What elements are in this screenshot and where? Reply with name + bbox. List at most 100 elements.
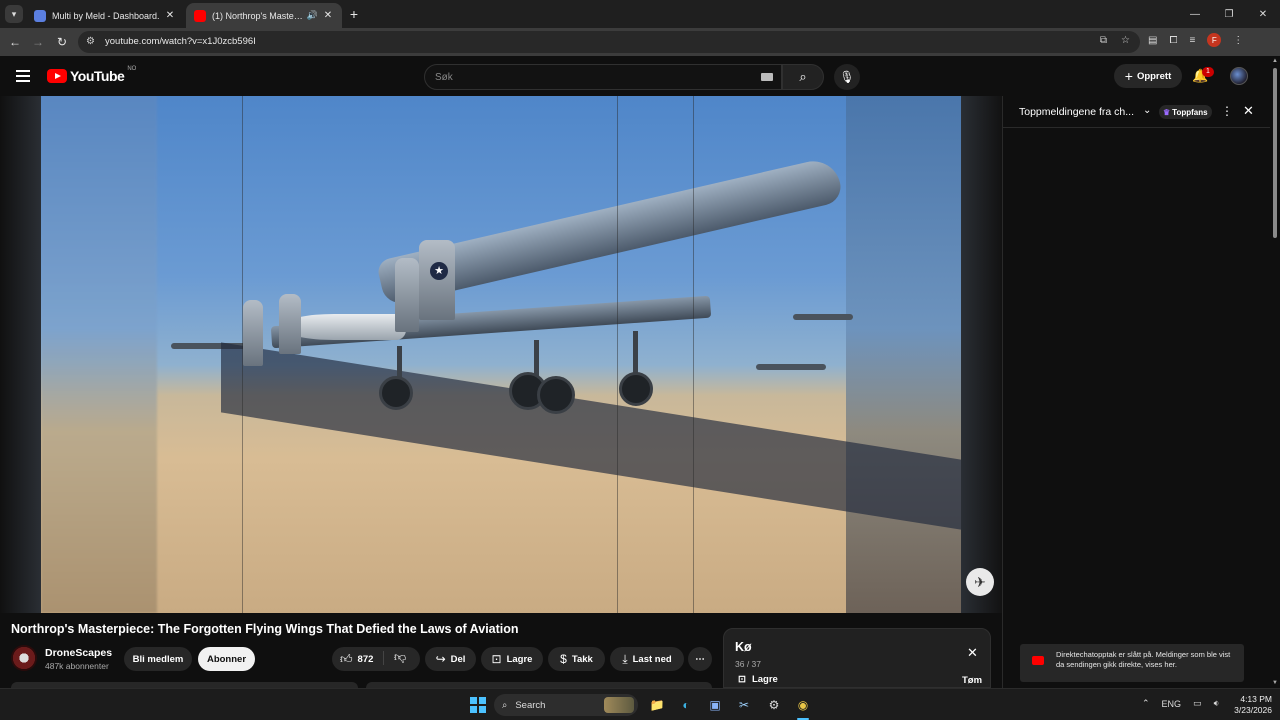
scroll-down-icon[interactable]: ▼	[1272, 680, 1278, 686]
landing-wheel	[537, 376, 575, 414]
super-thanks-icon: $	[560, 652, 567, 666]
search-highlight-image	[604, 697, 634, 713]
tab-title: Multi by Meld - Dashboard.	[52, 10, 160, 21]
bookmark-icon: ⊡	[491, 652, 502, 666]
tab-title: (1) Northrop's Masterpiece:	[212, 10, 303, 21]
omnibox-actions: ⧉ ☆	[1100, 35, 1130, 46]
media-controls-icon[interactable]: ≡	[1189, 35, 1195, 46]
minimize-icon[interactable]: —	[1178, 0, 1212, 28]
restore-icon[interactable]: ❐	[1212, 0, 1246, 28]
snipping-tool-icon[interactable]: ✂	[734, 695, 754, 715]
queue-position: 36 / 37	[735, 659, 761, 669]
join-membership-button[interactable]: Bli medlem	[124, 647, 192, 671]
thanks-button[interactable]: $ Takk	[548, 647, 605, 671]
close-tab-icon[interactable]: ✕	[164, 10, 176, 21]
search-input[interactable]	[435, 69, 735, 85]
video-blur-right	[846, 96, 961, 613]
youtube-header: YouTube NO ⌕ 🎙 + Opprett 🔔 1	[0, 56, 1270, 96]
network-icon[interactable]: ▭	[1193, 698, 1202, 709]
tray-overflow-chevron-icon[interactable]: ⌃	[1142, 698, 1150, 709]
download-icon: ⤓	[622, 651, 628, 666]
queue-save-button[interactable]: ⊡ Lagre	[738, 674, 778, 685]
youtube-icon	[1032, 656, 1044, 665]
extensions-puzzle-icon[interactable]: ⧠	[1169, 35, 1177, 46]
speaker-icon[interactable]: 🔊	[307, 10, 318, 21]
share-button[interactable]: ↪ Del	[425, 647, 476, 671]
url-text[interactable]: youtube.com/watch?v=x1J0zcb596I	[105, 36, 256, 47]
tab-youtube-video[interactable]: (1) Northrop's Masterpiece: 🔊 ✕	[186, 3, 342, 28]
more-horizontal-icon: ⋯	[695, 653, 705, 665]
chat-replay-notice: Direktechatopptak er slått på. Meldinger…	[1020, 644, 1244, 682]
tab-search-button[interactable]: ▾	[5, 5, 23, 23]
thumbs-down-icon[interactable]: 👎︎	[394, 650, 406, 665]
back-arrow-icon[interactable]: ←	[6, 33, 24, 51]
thumbs-up-icon[interactable]: 👍︎	[340, 652, 353, 667]
reload-icon[interactable]: ↻	[53, 33, 71, 51]
toppfans-label: Toppfans	[1172, 107, 1208, 117]
voice-search-button[interactable]: 🎙	[834, 64, 860, 90]
language-indicator[interactable]: ENG	[1162, 699, 1182, 709]
close-tab-icon[interactable]: ✕	[322, 10, 334, 21]
page-scrollbar[interactable]: ▲ ▼	[1270, 56, 1280, 688]
install-app-icon[interactable]: ⧉	[1100, 35, 1107, 46]
more-actions-button[interactable]: ⋯	[688, 647, 712, 671]
background-aircraft	[756, 364, 826, 370]
close-chat-icon[interactable]: ✕	[1243, 103, 1254, 119]
video-player[interactable]: ★	[0, 96, 1002, 613]
more-options-icon[interactable]: ⋮	[1221, 104, 1233, 118]
channel-watermark-icon[interactable]: ✈	[966, 568, 994, 596]
notification-badge: 1	[1202, 67, 1214, 77]
windows-start-icon[interactable]	[470, 697, 486, 713]
queue-clear-button[interactable]: Tøm	[962, 675, 982, 686]
video-title: Northrop's Masterpiece: The Forgotten Fl…	[11, 622, 519, 636]
scroll-up-icon[interactable]: ▲	[1272, 58, 1278, 64]
close-window-icon[interactable]: ✕	[1246, 0, 1280, 28]
download-button[interactable]: ⤓ Last ned	[610, 647, 684, 671]
browser-menu-icon[interactable]: ⋮	[1233, 35, 1243, 46]
save-button[interactable]: ⊡ Lagre	[481, 647, 543, 671]
chrome-browser-icon[interactable]: ◉	[793, 695, 813, 715]
taskbar-search[interactable]: ⌕ Search	[494, 694, 638, 716]
volume-icon[interactable]: 🔉︎	[1214, 698, 1220, 709]
bookmark-star-icon[interactable]: ☆	[1121, 35, 1130, 46]
keyboard-icon[interactable]	[761, 73, 773, 81]
thanks-label: Takk	[571, 653, 593, 665]
search-button[interactable]: ⌕	[782, 64, 824, 90]
create-button[interactable]: + Opprett	[1114, 64, 1182, 88]
queue-title: Kø	[735, 640, 752, 654]
chevron-down-icon[interactable]: ⌄	[1143, 105, 1151, 116]
tab-meld-dashboard[interactable]: Multi by Meld - Dashboard. ✕	[26, 3, 184, 28]
taskbar-search-label: Search	[515, 699, 546, 711]
close-queue-icon[interactable]: ✕	[967, 645, 978, 661]
search-icon: ⌕	[799, 69, 807, 84]
taskbar-clock[interactable]: 4:13 PM 3/23/2026	[1224, 694, 1272, 716]
new-tab-button[interactable]: +	[346, 5, 362, 23]
forward-arrow-icon[interactable]: →	[29, 33, 47, 51]
crown-icon: ♛	[1163, 107, 1171, 117]
profile-avatar[interactable]: F	[1207, 33, 1222, 47]
scrollbar-thumb[interactable]	[1273, 68, 1277, 238]
system-tray: ⌃ ENG ▭ 🔉︎	[1142, 698, 1219, 709]
site-info-icon[interactable]: ⚙	[86, 36, 95, 47]
hamburger-menu-icon[interactable]	[16, 70, 30, 82]
file-explorer-icon[interactable]: 📁	[647, 695, 667, 715]
toppfans-badge[interactable]: ♛ Toppfans	[1159, 105, 1212, 119]
edge-browser-icon[interactable]: ◐	[676, 695, 696, 715]
app-window-icon[interactable]: ▣	[705, 695, 725, 715]
youtube-play-icon	[47, 69, 67, 83]
subscribe-button[interactable]: Abonner	[198, 647, 255, 671]
account-avatar[interactable]	[1230, 67, 1248, 85]
film-scratch	[242, 96, 243, 613]
chat-mode-title[interactable]: Toppmeldingene fra ch...	[1019, 106, 1134, 118]
share-label: Del	[450, 653, 466, 665]
channel-name[interactable]: DroneScapes	[45, 647, 112, 659]
channel-avatar[interactable]	[11, 645, 37, 671]
address-bar[interactable]: ⚙ youtube.com/watch?v=x1J0zcb596I ⧉ ☆	[78, 31, 1140, 53]
video-frame[interactable]: ★	[41, 96, 961, 613]
chat-header: Toppmeldingene fra ch... ⌄ ♛ Toppfans ⋮ …	[1003, 96, 1271, 128]
youtube-logo[interactable]: YouTube NO	[47, 66, 136, 84]
create-label: Opprett	[1136, 70, 1172, 82]
extension-icon[interactable]: ▤	[1148, 35, 1157, 46]
like-count[interactable]: 872	[358, 654, 374, 665]
settings-gear-icon[interactable]: ⚙	[764, 695, 784, 715]
